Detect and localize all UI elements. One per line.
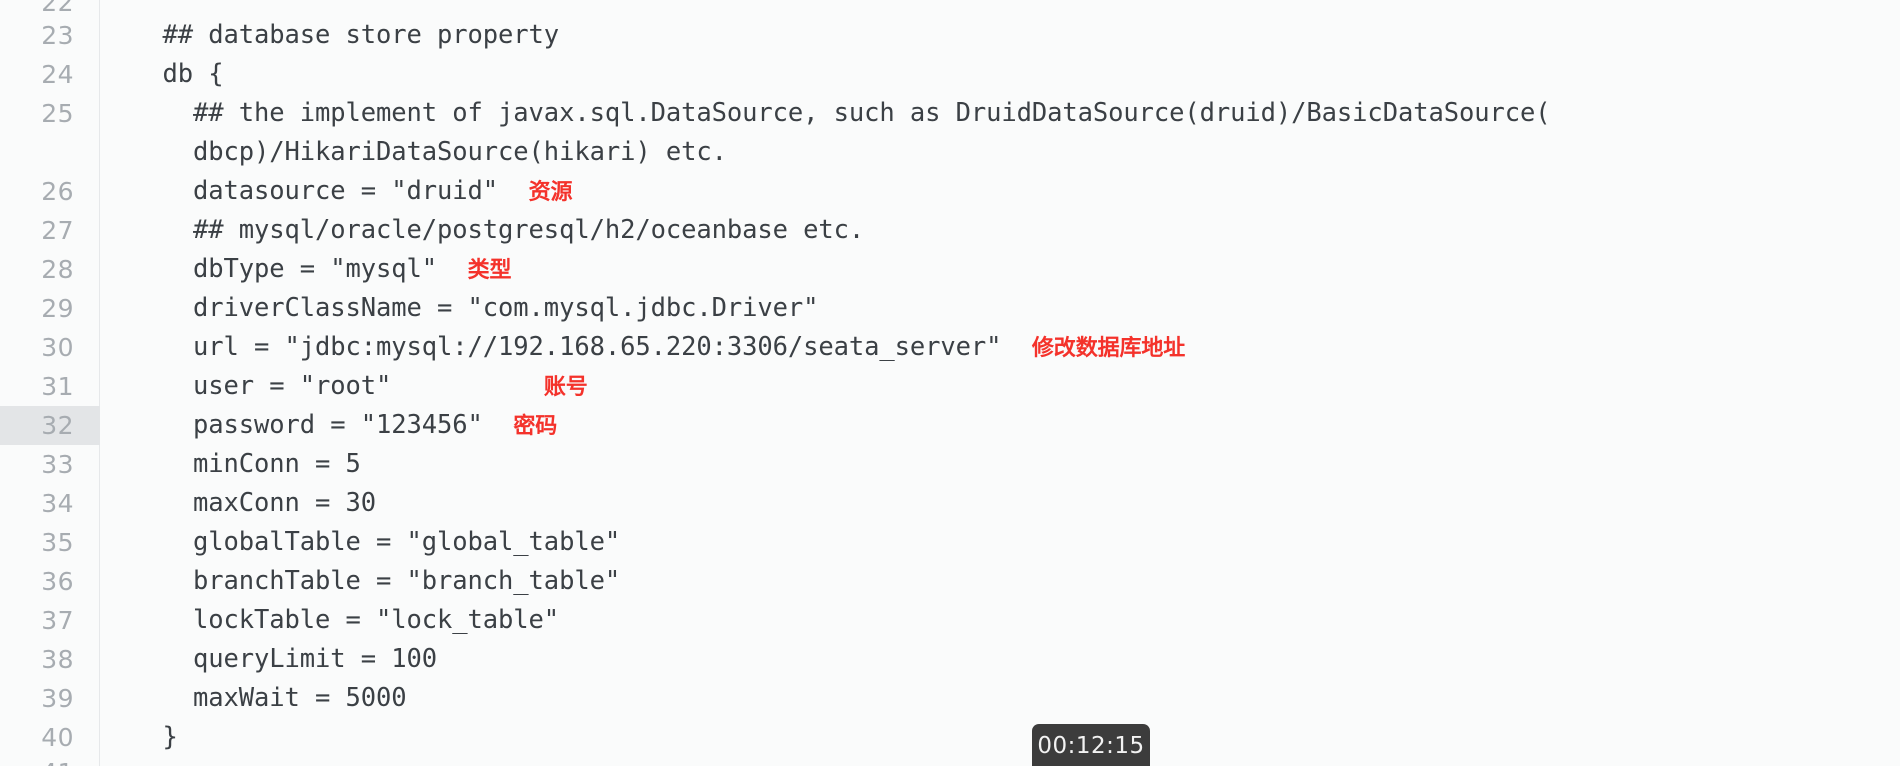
line-number: 41 [0,757,100,766]
line-number: 31 [41,372,74,401]
code-text[interactable]: user = "root" 账号 [100,367,1900,406]
code-text[interactable]: driverClassName = "com.mysql.jdbc.Driver… [100,289,1900,328]
line-number: 36 [41,567,74,596]
code-text-line: maxConn = 30 [132,488,377,518]
code-text[interactable]: maxWait = 5000 [100,679,1900,718]
code-line[interactable]: 28 dbType = "mysql" 类型 [0,250,1900,289]
code-text-line: ## mysql/oracle/postgresql/h2/oceanbase … [132,215,865,245]
line-number: 32 [0,406,100,445]
code-text-line: dbType = "mysql" 类型 [132,254,512,284]
code-line[interactable]: 22 [0,0,1900,16]
code-text[interactable]: maxConn = 30 [100,484,1900,523]
code-line[interactable]: 32 password = "123456" 密码 [0,406,1900,445]
code-editor-pane: 22 23 ## database store property 24 db {25… [0,0,1900,766]
code-line[interactable]: 26 datasource = "druid" 资源 [0,172,1900,211]
code-text[interactable]: dbType = "mysql" 类型 [100,250,1900,289]
code-line[interactable]: 33 minConn = 5 [0,445,1900,484]
red-annotation: 修改数据库地址 [1031,336,1186,361]
code-text-wrapped-line: dbcp)/HikariDataSource(hikari) etc. [132,137,727,167]
code-content-area[interactable]: 22 23 ## database store property 24 db {25… [0,0,1900,766]
red-annotation: 密码 [513,414,558,439]
annotation-spacer [391,371,544,401]
code-text[interactable]: password = "123456" 密码 [100,406,1900,445]
code-line[interactable]: 37 lockTable = "lock_table" [0,601,1900,640]
line-number: 40 [41,723,74,752]
code-text[interactable]: ## database store property [100,16,1900,55]
line-number: 26 [41,177,74,206]
code-line[interactable]: 25 ## the implement of javax.sql.DataSou… [0,94,1900,172]
code-text-line: lockTable = "lock_table" [132,605,560,635]
code-text-line: } [132,722,178,752]
code-line[interactable]: 34 maxConn = 30 [0,484,1900,523]
line-number: 37 [41,606,74,635]
code-line[interactable]: 40 } [0,718,1900,757]
code-text-line: driverClassName = "com.mysql.jdbc.Driver… [132,293,819,323]
code-text-line: globalTable = "global_table" [132,527,621,557]
code-text-line: minConn = 5 [132,449,361,479]
code-text[interactable]: db { [100,55,1900,94]
line-number: 30 [41,333,74,362]
red-annotation: 类型 [467,258,512,283]
line-number: 33 [41,450,74,479]
line-number: 23 [41,21,74,50]
code-text[interactable] [100,757,1900,766]
code-text-line: url = "jdbc:mysql://192.168.65.220:3306/… [132,332,1186,362]
code-text[interactable]: minConn = 5 [100,445,1900,484]
code-text[interactable]: branchTable = "branch_table" [100,562,1900,601]
code-text[interactable]: } [100,718,1900,757]
line-number: 25 [41,99,74,128]
code-text-line: datasource = "druid" 资源 [132,176,573,206]
code-text[interactable] [100,0,1900,16]
code-text[interactable]: url = "jdbc:mysql://192.168.65.220:3306/… [100,328,1900,367]
code-text[interactable]: lockTable = "lock_table" [100,601,1900,640]
code-text-line: user = "root" 账号 [132,371,588,401]
line-number: 38 [41,645,74,674]
code-line[interactable]: 41 [0,757,1900,766]
code-text-line [132,757,1900,766]
code-text[interactable]: ## mysql/oracle/postgresql/h2/oceanbase … [100,211,1900,250]
line-number: 28 [41,255,74,284]
line-number: 35 [41,528,74,557]
code-line[interactable]: 27 ## mysql/oracle/postgresql/h2/oceanba… [0,211,1900,250]
code-text-line: branchTable = "branch_table" [132,566,621,596]
annotation-spacer [483,410,514,440]
annotation-spacer [1001,332,1032,362]
line-number: 27 [41,216,74,245]
code-line[interactable]: 23 ## database store property [0,16,1900,55]
code-text[interactable]: ## the implement of javax.sql.DataSource… [100,94,1900,172]
code-text-line: db { [132,59,224,89]
code-line[interactable]: 24 db { [0,55,1900,94]
line-number: 22 [41,0,74,16]
code-line[interactable]: 35 globalTable = "global_table" [0,523,1900,562]
code-text-line: ## database store property [132,20,560,50]
code-text[interactable]: globalTable = "global_table" [100,523,1900,562]
code-line[interactable]: 29 driverClassName = "com.mysql.jdbc.Dri… [0,289,1900,328]
red-annotation: 资源 [528,180,573,205]
code-line[interactable]: 38 queryLimit = 100 [0,640,1900,679]
annotation-spacer [437,254,468,284]
code-line[interactable]: 30 url = "jdbc:mysql://192.168.65.220:33… [0,328,1900,367]
recording-timer-badge: 00:12:15 [1032,724,1150,766]
code-line[interactable]: 39 maxWait = 5000 [0,679,1900,718]
line-number: 39 [41,684,74,713]
line-number: 24 [41,60,74,89]
code-text-line [132,0,1900,16]
code-text[interactable]: datasource = "druid" 资源 [100,172,1900,211]
code-line[interactable]: 31 user = "root" 账号 [0,367,1900,406]
code-text-line: queryLimit = 100 [132,644,438,674]
code-line[interactable]: 36 branchTable = "branch_table" [0,562,1900,601]
code-text-line: password = "123456" 密码 [132,410,558,440]
code-text-line: maxWait = 5000 [132,683,407,713]
code-text[interactable]: queryLimit = 100 [100,640,1900,679]
line-number: 34 [41,489,74,518]
annotation-spacer [498,176,529,206]
line-number: 29 [41,294,74,323]
code-text-line: ## the implement of javax.sql.DataSource… [132,98,1551,128]
red-annotation: 账号 [543,375,588,400]
